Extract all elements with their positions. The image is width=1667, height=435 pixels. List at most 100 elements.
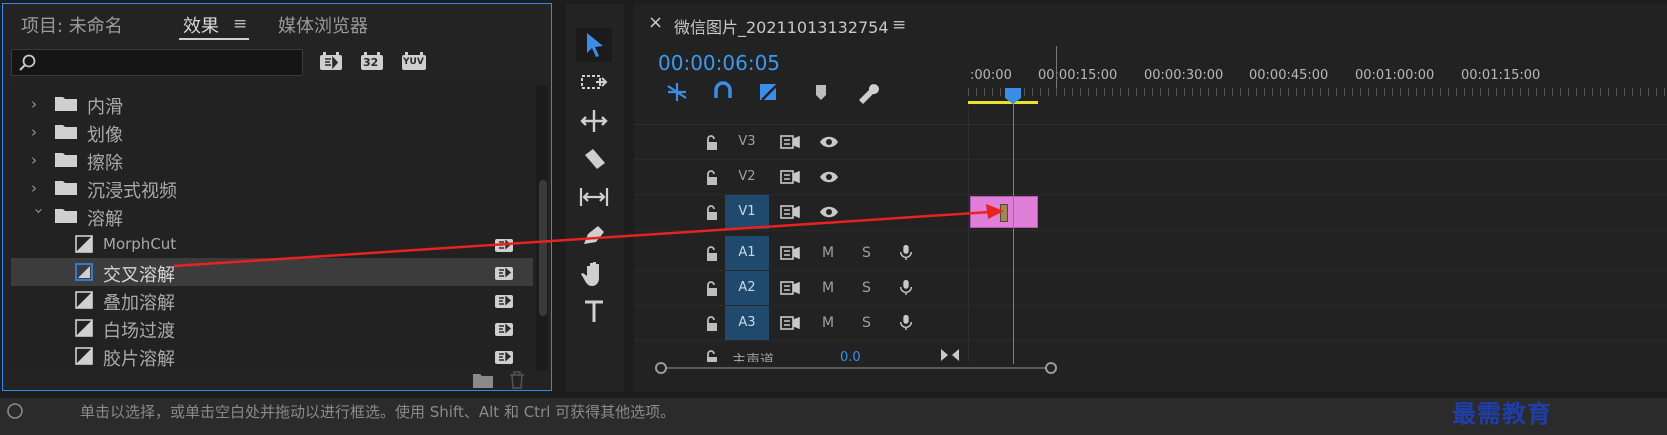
tree-transition-row[interactable]: 胶片溶解 [11,342,533,370]
chevron-right-icon[interactable]: › [31,124,47,140]
track-select-tool-button[interactable] [576,66,612,100]
microphone-icon[interactable] [896,244,916,260]
lock-open-icon[interactable] [705,135,719,151]
chevron-down-icon[interactable]: › [30,208,48,224]
accelerated-effect-badge-icon [495,351,513,364]
tab-media-browser[interactable]: 媒体浏览器 [278,12,368,38]
hand-tool-button[interactable] [576,256,612,290]
chevron-right-icon[interactable]: › [31,96,47,112]
sequence-name-tab[interactable]: 微信图片_20211013132754 [674,14,889,38]
master-volume-value[interactable]: 0.0 [840,350,861,362]
effects-search-input[interactable] [11,49,303,76]
trash-icon[interactable] [509,371,525,389]
track-row-v2[interactable]: V2 [634,160,1667,195]
effects-scrollbar-thumb[interactable] [539,180,547,316]
sync-lock-icon[interactable] [780,134,800,150]
tab-effects[interactable]: 效果 [183,12,219,38]
scroll-handle-left[interactable] [655,362,667,374]
microphone-icon[interactable] [896,314,916,330]
nest-toggle-icon[interactable] [664,80,690,104]
type-t-icon [585,300,603,322]
lock-open-icon[interactable] [705,170,719,186]
tree-folder-row[interactable]: › 擦除 [11,146,533,174]
lock-open-icon[interactable] [705,246,719,262]
chevron-right-icon[interactable]: › [31,180,47,196]
sync-lock-icon[interactable] [780,204,800,220]
time-ruler[interactable]: :00:00 00:00:15:00 00:00:30:00 00:00:45:… [968,46,1667,106]
mute-button[interactable]: M [822,245,834,261]
track-label-targeted[interactable]: A3 [725,306,769,340]
effects-panel-menu-icon[interactable]: ≡ [233,14,247,34]
pen-tool-button[interactable] [576,218,612,252]
mute-button[interactable]: M [822,280,834,296]
scroll-handle-right[interactable] [1045,362,1057,374]
ruler-label: 00:00:30:00 [1144,68,1224,83]
track-label-targeted[interactable]: V1 [725,195,769,229]
hand-icon [581,262,599,286]
new-bin-icon[interactable] [473,372,493,388]
solo-button[interactable]: S [862,245,871,261]
tree-item-label: 沉浸式视频 [87,181,177,202]
go-to-end-icon[interactable] [940,348,960,362]
track-row-master[interactable]: 主声道 0.0 [634,344,1667,362]
status-text: 单击以选择，或单击空白处并拖动以进行框选。使用 Shift、Alt 和 Ctrl… [80,403,676,421]
microphone-icon[interactable] [896,279,916,295]
snap-magnet-icon[interactable] [710,80,736,104]
tree-transition-row[interactable]: MorphCut [11,230,533,258]
playhead-timecode[interactable]: 00:00:06:05 [658,51,780,75]
ruler-label: 00:01:15:00 [1461,68,1541,83]
slip-tool-button[interactable] [576,180,612,214]
add-marker-icon[interactable] [808,80,834,104]
eye-visibility-icon[interactable] [819,134,839,150]
tree-folder-row-expanded[interactable]: › 溶解 [11,202,533,230]
lock-open-icon[interactable] [705,316,719,332]
tab-project[interactable]: 项目: 未命名 [21,12,123,38]
track-label-targeted[interactable]: A1 [725,236,769,270]
track-label[interactable]: V3 [725,125,769,159]
playhead-line [1013,92,1014,364]
sync-lock-icon[interactable] [780,245,800,261]
tree-folder-row[interactable]: › 划像 [11,118,533,146]
32-bit-color-icon[interactable]: 32 [360,52,384,72]
track-label[interactable]: V2 [725,160,769,194]
track-row-a1[interactable]: A1 M S [634,236,1667,271]
sync-lock-icon[interactable] [780,169,800,185]
lock-open-icon[interactable] [705,205,719,221]
tree-transition-row-selected[interactable]: 交叉溶解 [11,258,533,286]
tree-transition-row[interactable]: 叠加溶解 [11,286,533,314]
wrench-settings-icon[interactable] [854,80,880,104]
track-row-a3[interactable]: A3 M S [634,306,1667,341]
solo-button[interactable]: S [862,315,871,331]
type-tool-button[interactable] [576,294,612,328]
solo-button[interactable]: S [862,280,871,296]
tree-transition-row[interactable]: 白场过渡 [11,314,533,342]
tree-item-label: 胶片溶解 [103,349,175,370]
track-row-v3[interactable]: V3 [634,125,1667,160]
ruler-label: :00:00 [970,68,1012,83]
selection-tool-button[interactable] [576,28,612,62]
sync-lock-icon[interactable] [780,280,800,296]
accelerated-effects-icon[interactable] [319,52,343,72]
ripple-edit-tool-button[interactable] [576,104,612,138]
track-header-spacer [634,106,1667,125]
track-label-targeted[interactable]: A2 [725,271,769,305]
lock-open-icon[interactable] [705,350,719,362]
eye-visibility-icon[interactable] [819,204,839,220]
tree-folder-row[interactable]: › 沉浸式视频 [11,174,533,202]
sync-lock-icon[interactable] [780,315,800,331]
linked-selection-icon[interactable] [756,80,782,104]
chevron-right-icon[interactable]: › [31,152,47,168]
razor-tool-button[interactable] [576,142,612,176]
timeline-zoom-scrollbar[interactable] [655,362,1057,374]
mute-button[interactable]: M [822,315,834,331]
eye-visibility-icon[interactable] [819,169,839,185]
work-area-bar[interactable] [968,101,1038,104]
sequence-menu-icon[interactable]: ≡ [892,15,906,35]
lock-open-icon[interactable] [705,281,719,297]
tree-folder-row[interactable]: › 内滑 [11,90,533,118]
track-row-a2[interactable]: A2 M S [634,271,1667,306]
folder-icon [55,153,77,167]
track-row-v1[interactable]: V1 [634,195,1667,231]
close-sequence-icon[interactable]: × [648,12,663,33]
yuv-effects-icon[interactable]: YUV [401,52,427,72]
